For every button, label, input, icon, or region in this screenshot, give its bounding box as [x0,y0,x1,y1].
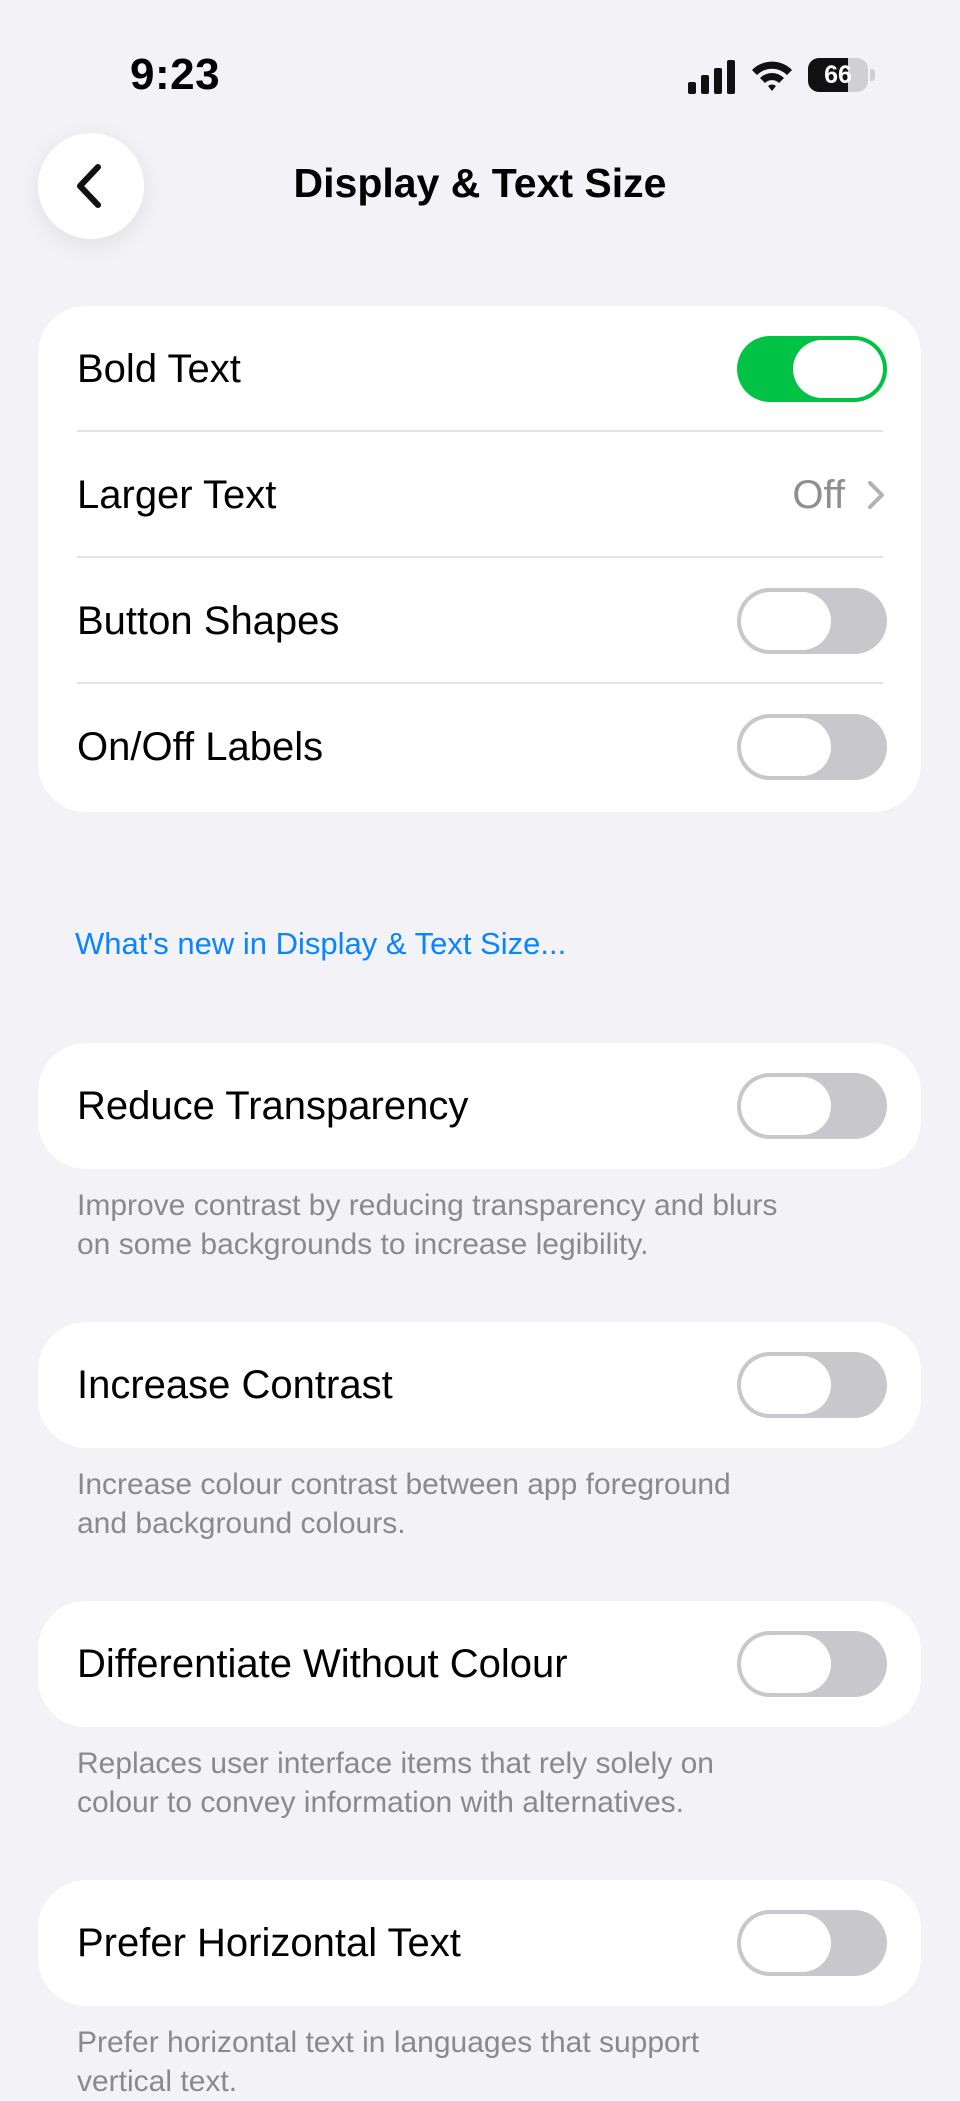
differentiate-without-colour-toggle[interactable] [737,1631,887,1697]
prefer-horizontal-text-card: Prefer Horizontal Text [38,1880,921,2006]
cellular-signal-icon [688,60,735,94]
whats-new-link[interactable]: What's new in Display & Text Size... [75,926,566,962]
larger-text-value: Off [792,473,845,517]
prefer-horizontal-text-toggle[interactable] [737,1910,887,1976]
reduce-transparency-row: Reduce Transparency [38,1043,921,1169]
onoff-labels-label: On/Off Labels [77,725,324,769]
status-time: 9:23 [130,50,221,99]
footer-line: Improve contrast by reducing transparenc… [77,1189,778,1222]
differentiate-without-colour-footer: Replaces user interface items that rely … [77,1744,897,1822]
bold-text-row: Bold Text [38,306,921,432]
footer-line: vertical text. [77,2065,238,2098]
larger-text-row[interactable]: Larger Text Off [38,432,921,558]
onoff-labels-row: On/Off Labels [38,684,921,810]
button-shapes-toggle[interactable] [737,588,887,654]
onoff-labels-toggle[interactable] [737,714,887,780]
increase-contrast-label: Increase Contrast [77,1363,393,1407]
button-shapes-row: Button Shapes [38,558,921,684]
footer-line: on some backgrounds to increase legibili… [77,1228,649,1261]
prefer-horizontal-text-row: Prefer Horizontal Text [38,1880,921,2006]
battery-icon: 66 [808,58,876,94]
differentiate-without-colour-row: Differentiate Without Colour [38,1601,921,1727]
footer-line: Prefer horizontal text in languages that… [77,2026,700,2059]
bold-text-toggle[interactable] [737,336,887,402]
footer-line: Replaces user interface items that rely … [77,1747,714,1780]
reduce-transparency-card: Reduce Transparency [38,1043,921,1169]
larger-text-label: Larger Text [77,473,277,517]
reduce-transparency-label: Reduce Transparency [77,1084,469,1128]
reduce-transparency-toggle[interactable] [737,1073,887,1139]
battery-level: 66 [824,61,852,89]
footer-line: and background colours. [77,1507,406,1540]
increase-contrast-footer: Increase colour contrast between app for… [77,1465,897,1543]
prefer-horizontal-text-label: Prefer Horizontal Text [77,1921,461,1965]
chevron-right-icon [868,481,884,509]
increase-contrast-toggle[interactable] [737,1352,887,1418]
increase-contrast-card: Increase Contrast [38,1322,921,1448]
footer-line: Increase colour contrast between app for… [77,1468,731,1501]
increase-contrast-row: Increase Contrast [38,1322,921,1448]
status-bar: 9:23 66 [0,0,960,150]
wifi-icon [752,61,792,91]
text-options-group: Bold Text Larger Text Off Button Shapes … [38,306,921,812]
prefer-horizontal-text-footer: Prefer horizontal text in languages that… [77,2023,897,2101]
page-title: Display & Text Size [293,160,667,206]
footer-line: colour to convey information with altern… [77,1786,684,1819]
reduce-transparency-footer: Improve contrast by reducing transparenc… [77,1186,897,1264]
bold-text-label: Bold Text [77,347,241,391]
differentiate-without-colour-card: Differentiate Without Colour [38,1601,921,1727]
button-shapes-label: Button Shapes [77,599,340,643]
differentiate-without-colour-label: Differentiate Without Colour [77,1642,568,1686]
